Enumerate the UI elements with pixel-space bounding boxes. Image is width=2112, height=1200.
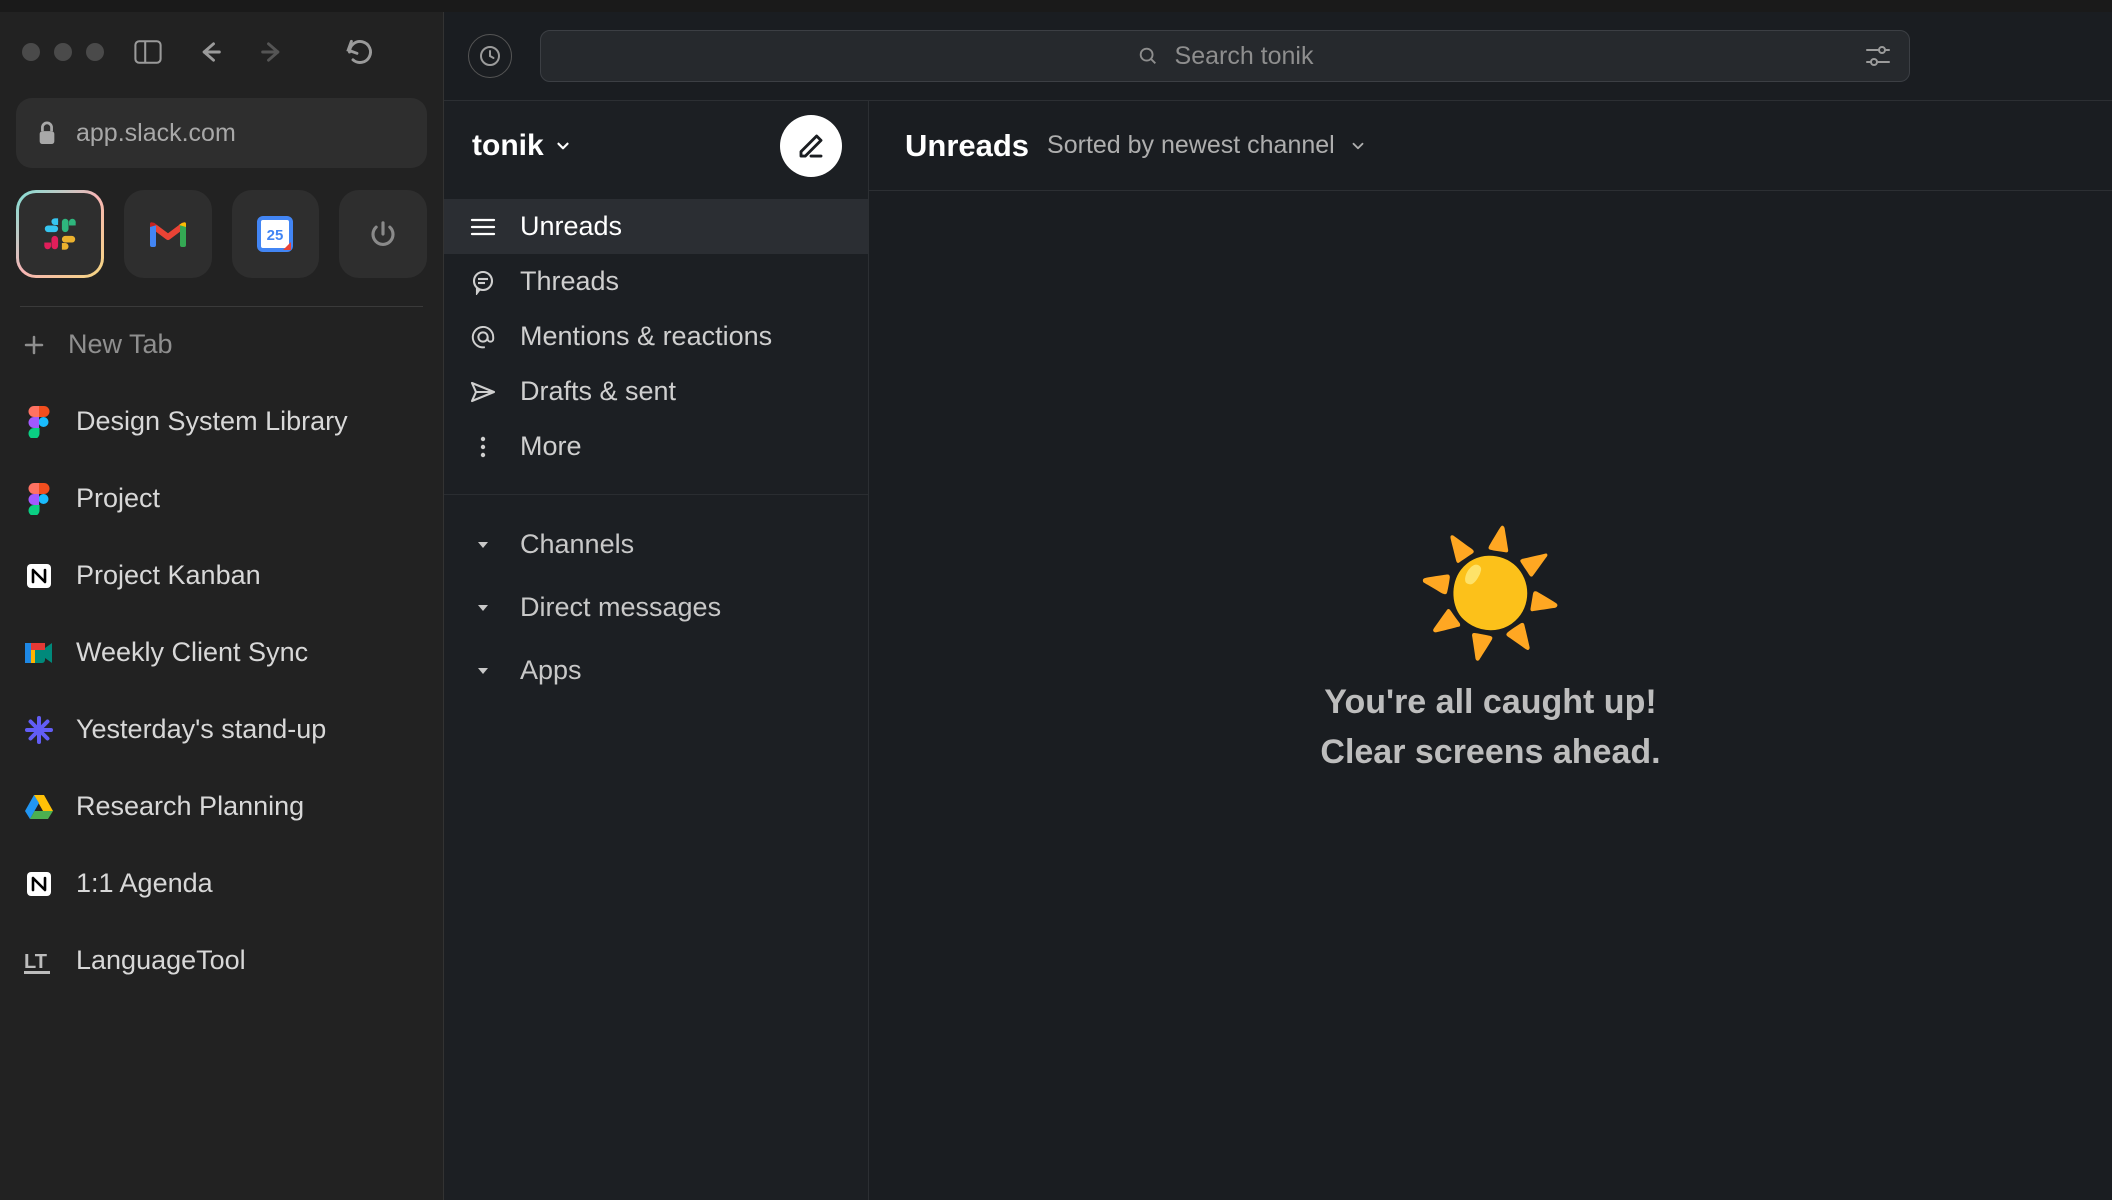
traffic-lights [22, 43, 104, 61]
tab-label: Project Kanban [76, 560, 261, 591]
workspace-header: tonik [444, 101, 868, 191]
window-minimize-button[interactable] [54, 43, 72, 61]
nav-label: More [520, 431, 582, 462]
back-button[interactable] [196, 38, 224, 66]
lock-icon [36, 120, 58, 146]
section-header-direct-messages[interactable]: Direct messages [444, 576, 868, 639]
meet-icon [24, 638, 54, 668]
tab-item[interactable]: Project [16, 465, 427, 532]
drive-icon [24, 792, 54, 822]
app-tile-gmail[interactable] [124, 190, 212, 278]
caret-down-icon [470, 537, 496, 553]
browser-sidebar: app.slack.com [0, 12, 444, 1200]
nav-item-threads[interactable]: Threads [444, 254, 868, 309]
svg-text:LT: LT [24, 951, 47, 973]
nav-label: Threads [520, 266, 619, 297]
sidebar-toggle-icon[interactable] [134, 38, 162, 66]
new-tab-label: New Tab [68, 329, 173, 360]
empty-state-text: You're all caught up! Clear screens ahea… [1320, 678, 1660, 777]
search-bar[interactable]: Search tonik [540, 30, 1910, 82]
compose-button[interactable] [780, 115, 842, 177]
section-label: Apps [520, 655, 582, 686]
notion-icon [24, 869, 54, 899]
filter-icon[interactable] [1865, 45, 1891, 67]
app-tile-power[interactable] [339, 190, 427, 278]
tab-label: Project [76, 483, 160, 514]
slack-topbar: Search tonik [444, 12, 2112, 100]
slack-icon [41, 215, 79, 253]
tab-label: Yesterday's stand-up [76, 714, 326, 745]
more-icon [470, 435, 496, 459]
mentions-icon [470, 323, 496, 351]
lt-icon: LT [24, 946, 54, 976]
figma-icon [24, 484, 54, 514]
drafts-icon [470, 380, 496, 404]
empty-state: ☀️ You're all caught up! Clear screens a… [869, 151, 2112, 1160]
url-text: app.slack.com [76, 119, 236, 148]
workspace-switcher[interactable]: tonik [472, 129, 572, 163]
tab-label: Research Planning [76, 791, 304, 822]
section-header-channels[interactable]: Channels [444, 513, 868, 576]
empty-line-1: You're all caught up! [1320, 678, 1660, 727]
history-button[interactable] [468, 34, 512, 78]
app-tile-slack[interactable] [16, 190, 104, 278]
sun-icon: ☀️ [1416, 534, 1565, 654]
caret-down-icon [470, 663, 496, 679]
nav-label: Unreads [520, 211, 622, 242]
figma-icon [24, 407, 54, 437]
plus-icon [22, 333, 46, 357]
tab-label: Weekly Client Sync [76, 637, 308, 668]
threads-icon [470, 269, 496, 295]
chevron-down-icon [554, 137, 572, 155]
browser-toolbar [16, 24, 427, 80]
empty-line-2: Clear screens ahead. [1320, 728, 1660, 777]
tab-item[interactable]: 1:1 Agenda [16, 850, 427, 917]
nav-label: Drafts & sent [520, 376, 676, 407]
tab-item[interactable]: Project Kanban [16, 542, 427, 609]
section-header-apps[interactable]: Apps [444, 639, 868, 702]
tab-list: Design System Library Project Project Kanb… [16, 388, 427, 994]
nav-item-unreads[interactable]: Unreads [444, 199, 868, 254]
loom-icon [24, 715, 54, 745]
workspace-name: tonik [472, 129, 544, 163]
window-close-button[interactable] [22, 43, 40, 61]
tab-item[interactable]: LT LanguageTool [16, 927, 427, 994]
search-placeholder: Search tonik [1175, 42, 1314, 71]
forward-button[interactable] [258, 38, 286, 66]
svg-text:25: 25 [267, 227, 284, 244]
section-list: Channels Direct messages Apps [444, 495, 868, 720]
tab-label: 1:1 Agenda [76, 868, 213, 899]
slack-sidebar: tonik Unreads Threads Mentions & reactions… [444, 101, 869, 1200]
notion-icon [24, 561, 54, 591]
tab-item[interactable]: Research Planning [16, 773, 427, 840]
calendar-icon: 25 [256, 215, 294, 253]
section-label: Direct messages [520, 592, 721, 623]
nav-label: Mentions & reactions [520, 321, 772, 352]
clock-icon [478, 44, 502, 68]
tab-item[interactable]: Design System Library [16, 388, 427, 455]
nav-item-more[interactable]: More [444, 419, 868, 474]
slack-main: Unreads Sorted by newest channel ☀️ You'… [869, 101, 2112, 1200]
power-icon [368, 219, 398, 249]
tab-label: LanguageTool [76, 945, 246, 976]
section-label: Channels [520, 529, 634, 560]
nav-list: Unreads Threads Mentions & reactions Drafts… [444, 191, 868, 495]
tab-label: Design System Library [76, 406, 348, 437]
unreads-icon [470, 217, 496, 237]
pinned-app-tiles: 25 [16, 190, 427, 278]
gmail-icon [148, 219, 188, 249]
nav-item-drafts-sent[interactable]: Drafts & sent [444, 364, 868, 419]
new-tab-button[interactable]: New Tab [16, 307, 427, 382]
tab-item[interactable]: Weekly Client Sync [16, 619, 427, 686]
address-bar[interactable]: app.slack.com [16, 98, 427, 168]
nav-item-mentions-reactions[interactable]: Mentions & reactions [444, 309, 868, 364]
reload-button[interactable] [346, 38, 374, 66]
search-icon [1137, 45, 1159, 67]
slack-app: Search tonik tonik [444, 12, 2112, 1200]
app-tile-calendar[interactable]: 25 [232, 190, 320, 278]
window-zoom-button[interactable] [86, 43, 104, 61]
tab-item[interactable]: Yesterday's stand-up [16, 696, 427, 763]
compose-icon [796, 131, 826, 161]
caret-down-icon [470, 600, 496, 616]
